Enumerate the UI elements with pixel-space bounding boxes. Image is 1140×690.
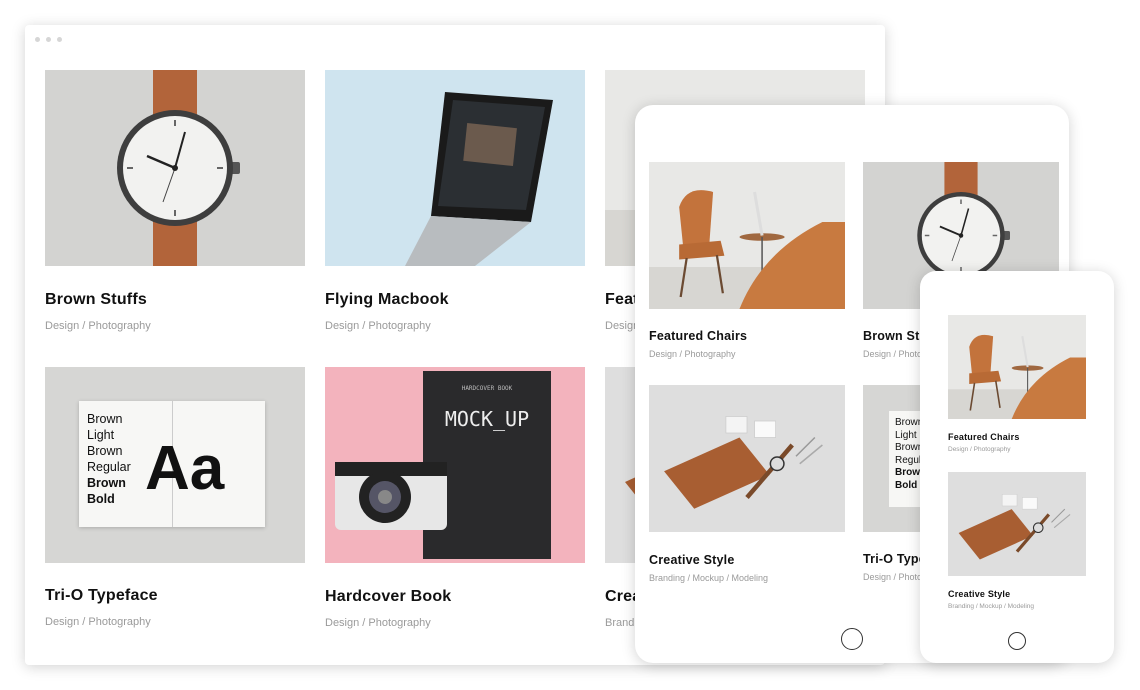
- window-dots: [35, 37, 62, 42]
- thumb-creative-style[interactable]: [649, 385, 845, 532]
- card-title[interactable]: Brown Stuffs: [45, 291, 147, 309]
- thumb-creative-style[interactable]: [948, 472, 1086, 576]
- thumb-featured-chairs[interactable]: [948, 315, 1086, 419]
- book-title: MOCK_UP: [444, 407, 530, 431]
- card-title[interactable]: Hardcover Book: [325, 588, 451, 606]
- typeface-glyph: Aa: [145, 434, 225, 503]
- book-label: HARDCOVER BOOK: [461, 385, 513, 392]
- card-categories: Design / Photography: [45, 320, 151, 332]
- card-title[interactable]: Featured Chairs: [649, 329, 747, 343]
- card-title[interactable]: Creative Style: [649, 553, 734, 567]
- phone-device: Featured Chairs Design / Photography Cre…: [920, 271, 1114, 663]
- thumb-flying-macbook[interactable]: [325, 70, 585, 266]
- tablet-home-button[interactable]: [841, 628, 863, 650]
- phone-home-button[interactable]: [1008, 632, 1026, 650]
- card-categories: Design / Photography: [948, 446, 1011, 453]
- card-title[interactable]: Flying Macbook: [325, 291, 449, 309]
- card-categories: Design / Photography: [325, 617, 431, 629]
- card-title[interactable]: Creative Style: [948, 589, 1010, 599]
- card-title[interactable]: Tri-O Typeface: [45, 587, 158, 605]
- thumb-hardcover-book[interactable]: HARDCOVER BOOK MOCK_UP: [325, 367, 585, 563]
- typeface-specimen-lines: Brown Light Brown Regular Brown Bold: [87, 412, 131, 506]
- thumb-tri-o-typeface[interactable]: Brown Light Brown Regular Brown Bold Aa: [45, 367, 305, 563]
- thumb-featured-chairs[interactable]: [649, 162, 845, 309]
- card-categories: Design / Photography: [649, 349, 736, 359]
- thumb-brown-stuffs[interactable]: [45, 70, 305, 266]
- card-categories: Branding / Mockup / Modeling: [948, 603, 1034, 610]
- card-categories: Design / Photography: [45, 616, 151, 628]
- card-categories: Branding / Mockup / Modeling: [649, 573, 769, 583]
- card-categories: Design / Photography: [325, 320, 431, 332]
- card-title[interactable]: Featured Chairs: [948, 432, 1020, 442]
